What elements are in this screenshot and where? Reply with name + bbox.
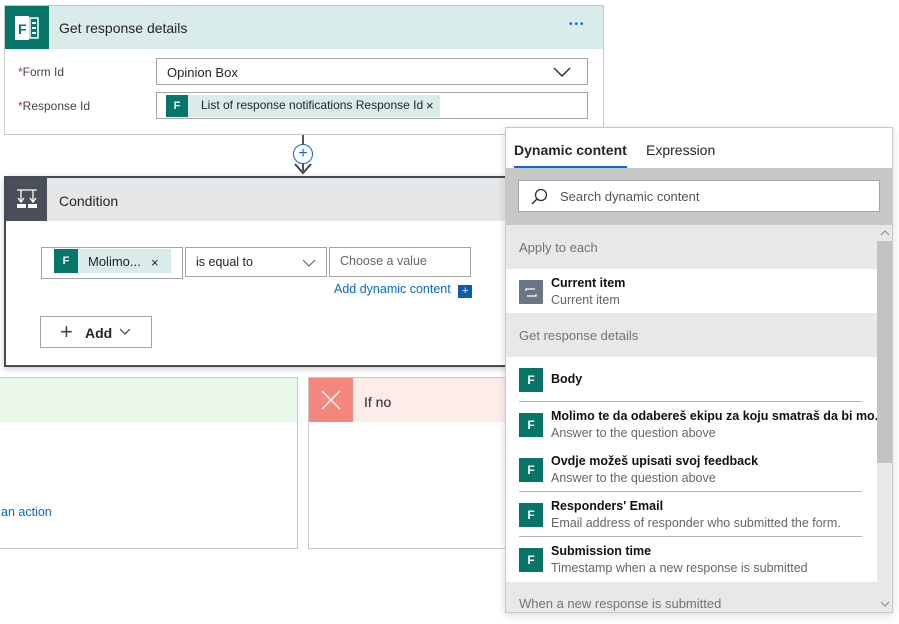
- scroll-down-icon[interactable]: [880, 601, 890, 607]
- search-area: Search dynamic content: [506, 168, 892, 225]
- section-header: Get response details: [506, 313, 877, 357]
- forms-icon: F: [519, 503, 543, 527]
- condition-left-operand[interactable]: F Molimo... ×: [41, 247, 183, 279]
- insert-step-button[interactable]: +: [293, 144, 313, 164]
- add-button[interactable]: + Add: [40, 316, 152, 348]
- form-id-dropdown[interactable]: Opinion Box: [156, 58, 588, 85]
- plus-icon: +: [458, 285, 473, 298]
- condition-title: Condition: [59, 193, 119, 209]
- remove-token-icon[interactable]: ×: [151, 255, 159, 270]
- condition-header[interactable]: Condition: [6, 178, 514, 221]
- add-dynamic-content-link[interactable]: Add dynamic content +: [334, 282, 473, 298]
- get-response-details-card: F Get response details ••• *Form Id Opin…: [4, 5, 604, 135]
- condition-token[interactable]: F Molimo... ×: [54, 249, 171, 273]
- remove-token-icon[interactable]: ×: [426, 98, 434, 113]
- scroll-up-icon[interactable]: [880, 230, 890, 236]
- dynamic-content-list: Apply to each Current item Current item …: [506, 225, 892, 612]
- if-yes-header[interactable]: [0, 378, 297, 422]
- dynamic-content-panel: Dynamic content Expression Search dynami…: [505, 127, 893, 613]
- response-id-field[interactable]: F List of response notifications Respons…: [156, 92, 588, 119]
- list-item[interactable]: F Molimo te da odabereš ekipu za koju sm…: [506, 402, 885, 447]
- forms-icon: F: [519, 548, 543, 572]
- arrow-down-icon: [294, 163, 312, 175]
- search-icon: [531, 188, 548, 205]
- forms-icon: F: [519, 368, 543, 392]
- forms-icon: F: [54, 249, 78, 273]
- plus-icon: +: [60, 319, 73, 344]
- section-header: Apply to each: [506, 225, 877, 269]
- condition-icon: [6, 178, 47, 221]
- forms-icon: F: [5, 6, 49, 49]
- forms-icon: F: [519, 413, 543, 437]
- value-input[interactable]: Choose a value: [329, 247, 471, 277]
- if-yes-branch: an action: [0, 377, 298, 549]
- chevron-down-icon: [302, 259, 316, 267]
- tab-expression[interactable]: Expression: [646, 142, 715, 158]
- card-title: Get response details: [59, 20, 188, 36]
- form-id-label: *Form Id: [18, 65, 65, 79]
- response-id-token[interactable]: F List of response notifications Respons…: [166, 95, 440, 117]
- list-item[interactable]: F Submission time Timestamp when a new r…: [506, 537, 877, 582]
- list-item[interactable]: F Body: [506, 357, 877, 402]
- more-options-button[interactable]: •••: [569, 19, 586, 30]
- chevron-down-icon: [553, 67, 571, 77]
- forms-icon: F: [166, 95, 188, 117]
- svg-text:F: F: [18, 21, 27, 37]
- scrollbar[interactable]: [877, 225, 892, 612]
- list-item[interactable]: F Responders' Email Email address of res…: [506, 492, 877, 537]
- section-header: When a new response is submitted: [506, 582, 877, 612]
- close-icon: [309, 378, 353, 422]
- tab-dynamic-content[interactable]: Dynamic content: [514, 142, 627, 169]
- response-id-label: *Response Id: [18, 99, 91, 113]
- chevron-down-icon: [119, 328, 131, 335]
- list-item[interactable]: Current item Current item: [506, 269, 877, 314]
- operator-dropdown[interactable]: is equal to: [185, 247, 327, 277]
- add-an-action-link[interactable]: an action: [1, 505, 52, 519]
- condition-card: Condition F Molimo... × is equal to Choo…: [4, 176, 514, 367]
- card-header[interactable]: F Get response details •••: [5, 6, 603, 49]
- list-item[interactable]: F Ovdje možeš upisati svoj feedback Answ…: [506, 447, 877, 492]
- scrollbar-thumb[interactable]: [877, 241, 892, 463]
- forms-icon: F: [519, 458, 543, 482]
- search-input[interactable]: Search dynamic content: [518, 180, 880, 212]
- loop-icon: [519, 280, 543, 304]
